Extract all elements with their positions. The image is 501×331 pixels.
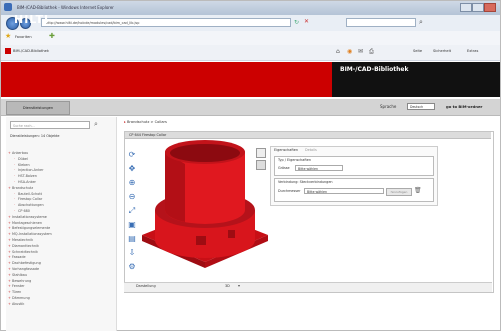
display-select[interactable]: 3D <box>225 284 230 288</box>
save-view-icon[interactable] <box>256 160 266 170</box>
breadcrumb[interactable]: ▸ Brandschutz > Collars <box>124 120 167 124</box>
view-front-icon[interactable]: ▣ <box>127 220 137 230</box>
size-select[interactable]: Bitte wählen <box>295 165 343 171</box>
breadcrumb-text[interactable]: Brandschutz > Collars <box>127 120 167 124</box>
home-icon[interactable]: ⌂ <box>336 48 340 55</box>
diameter-select[interactable]: Bitte wählen <box>304 188 384 194</box>
search-input[interactable] <box>346 18 416 27</box>
print-icon[interactable]: ⎙ <box>369 48 374 56</box>
favorites-star-icon[interactable]: ★ <box>5 32 11 40</box>
fit-view-icon[interactable]: ⤢ <box>127 206 137 216</box>
pan-icon[interactable]: ✥ <box>127 164 137 174</box>
settings-icon[interactable]: ⚙ <box>127 262 137 272</box>
ie-logo-icon <box>4 3 12 11</box>
details-tab[interactable]: Details <box>305 148 317 152</box>
screenshot-icon[interactable] <box>256 148 266 158</box>
mail-icon[interactable]: ✉ <box>358 48 363 55</box>
tab-services[interactable]: Dienstleistungen <box>6 101 70 115</box>
view-top-icon[interactable]: ▤ <box>127 234 137 244</box>
tree-item-label[interactable]: Befestigungselemente <box>12 226 50 230</box>
type-group-title: Typ / Eigenschaften <box>278 158 312 162</box>
tree-item-label[interactable]: Montageschienen <box>12 221 42 225</box>
download-icon[interactable]: ⇩ <box>127 248 137 258</box>
tree-item-label[interactable]: Fassade <box>12 255 26 259</box>
tree-item-label[interactable]: Installationssysteme <box>12 215 47 219</box>
tree-item-label[interactable]: Kleben <box>18 163 30 167</box>
tree-item-label[interactable]: Akustik <box>12 302 24 306</box>
search-icon[interactable]: ⌕ <box>419 18 423 27</box>
chevron-down-icon[interactable]: ▾ <box>238 283 240 288</box>
command-bar: BIM-/CAD-Bibliothek ⌂ ◉ ✉ ⎙ Seite Sicher… <box>1 45 500 61</box>
menu-tools[interactable]: Extras <box>467 49 478 53</box>
tree-item-label[interactable]: Abschottungen <box>18 203 44 207</box>
display-label: Darstellung <box>136 284 156 288</box>
site-favicon-icon <box>5 48 11 54</box>
diameter-label: Durchmesser <box>278 189 301 193</box>
tree-item-label[interactable]: Türen <box>12 290 21 294</box>
tree-item-label[interactable]: Stahlbau <box>12 273 27 277</box>
language-label: Sprache <box>380 104 397 109</box>
sidebar-heading: Dienstleistungen: 14 Objekte <box>10 134 60 138</box>
zoom-out-icon[interactable]: ⊖ <box>127 192 137 202</box>
title-bar: BIM-/CAD-Bibliothek - Windows Internet E… <box>1 1 500 15</box>
page-title: BIM-/CAD-Bibliothek <box>340 66 409 73</box>
delete-icon[interactable]: 🗑 <box>414 187 422 194</box>
tree-item-label[interactable]: Dämmung <box>12 296 30 300</box>
url-field[interactable]: http://www.hilti.de/holcde/modules/cad/b… <box>41 18 291 27</box>
hilti-logo[interactable]: HILTI <box>14 13 49 26</box>
tree-item-label[interactable]: MQ-Installationssystem <box>12 232 52 236</box>
minimize-button[interactable] <box>460 3 472 12</box>
display-bar <box>124 282 492 292</box>
category-tree: +Ankerbau · Dübel · Kleben · Injection-Anker · H… <box>8 151 114 308</box>
menu-page[interactable]: Seite <box>413 49 422 53</box>
properties-tab[interactable]: Eigenschaften <box>274 148 298 152</box>
window-title: BIM-/CAD-Bibliothek - Windows Internet E… <box>17 5 114 10</box>
tree-item-label[interactable]: Bauteil-Schott <box>18 192 42 196</box>
tree-item-label[interactable]: Dübel <box>18 157 28 161</box>
address-bar-row: http://www.hilti.de/holcde/modules/cad/b… <box>1 15 500 32</box>
favorites-bar: ★ Favoriten ✚ <box>1 31 500 46</box>
tree-item-label[interactable]: HSA-Anker <box>18 180 36 184</box>
connection-group-title: Verbindung: Steckverbindungen <box>278 180 333 184</box>
product-3d-model[interactable] <box>140 140 270 280</box>
bim-folder-link[interactable]: go to BIM-ordner <box>446 104 482 109</box>
rotate-icon[interactable]: ⟳ <box>127 150 137 160</box>
tree-item-label[interactable]: Vorhangfassade <box>12 267 39 271</box>
tree-item-label[interactable]: Dachbefestigung <box>12 261 41 265</box>
viewer-toolbar: ⟳ ✥ ⊕ ⊖ ⤢ ▣ ▤ ⇩ ⚙ <box>127 150 141 276</box>
sidebar-search-input[interactable]: Suche nach... <box>10 121 90 129</box>
refresh-icon[interactable]: ↻ <box>294 19 302 26</box>
tree-item-label[interactable]: Brandschutz <box>12 186 33 190</box>
sidebar-search-icon[interactable]: ⌕ <box>94 120 98 129</box>
add-favorite-icon[interactable]: ✚ <box>49 32 55 40</box>
tree-item-label[interactable]: Schneidtechnik <box>12 250 38 254</box>
close-button[interactable] <box>484 3 496 12</box>
zoom-in-icon[interactable]: ⊕ <box>127 178 137 188</box>
sidebar-tree-item[interactable]: +Akustik <box>8 302 114 308</box>
feeds-icon[interactable]: ◉ <box>347 48 352 55</box>
favorites-label[interactable]: Favoriten <box>15 35 32 39</box>
tree-item-label[interactable]: Messtechnik <box>12 238 33 242</box>
maximize-button[interactable] <box>472 3 484 12</box>
sidebar-search-placeholder: Suche nach... <box>13 124 35 128</box>
tree-item-label[interactable]: Fenster <box>12 284 25 288</box>
stop-icon[interactable]: ✕ <box>304 18 312 26</box>
add-button[interactable]: hinzufügen <box>386 188 412 196</box>
menu-security[interactable]: Sicherheit <box>433 49 451 53</box>
panel-title: CP 644 Firestop Collar <box>125 132 491 139</box>
tree-item-label[interactable]: Diamanttechnik <box>12 244 39 248</box>
tree-item-label[interactable]: Injection-Anker <box>18 168 43 172</box>
language-select[interactable]: Deutsch <box>407 103 435 110</box>
tree-item-label[interactable]: HST-Bolzen <box>18 174 37 178</box>
tree-item-label[interactable]: Firestop Collar <box>18 197 42 201</box>
tree-item-label[interactable]: Bewehrung <box>12 279 31 283</box>
tree-item-label[interactable]: Ankerbau <box>12 151 28 155</box>
browser-tab-label[interactable]: BIM-/CAD-Bibliothek <box>13 49 49 53</box>
tree-item-label[interactable]: CP 680 <box>18 209 30 213</box>
size-label: Grösse <box>278 166 290 170</box>
